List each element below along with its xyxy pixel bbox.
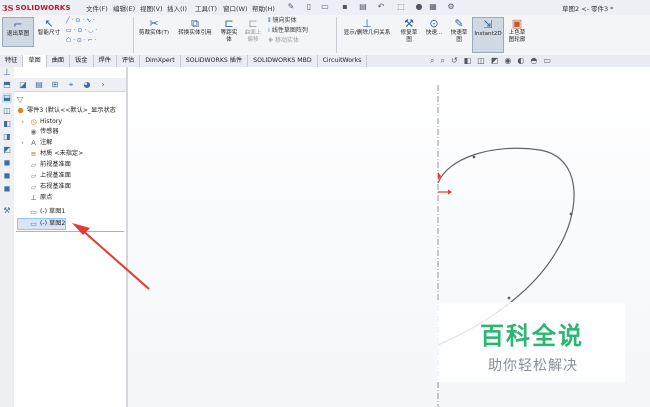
spline-point[interactable] bbox=[569, 212, 573, 216]
annotation-arrow bbox=[81, 229, 150, 290]
watermark-title: 百科全说 bbox=[480, 322, 584, 350]
spline-point[interactable] bbox=[507, 296, 511, 300]
origin-x-arrow-head bbox=[448, 189, 452, 195]
annotation-arrow-head bbox=[72, 223, 90, 235]
watermark-subtitle: 助你轻松解决 bbox=[488, 358, 578, 374]
spline-point[interactable] bbox=[472, 155, 476, 159]
